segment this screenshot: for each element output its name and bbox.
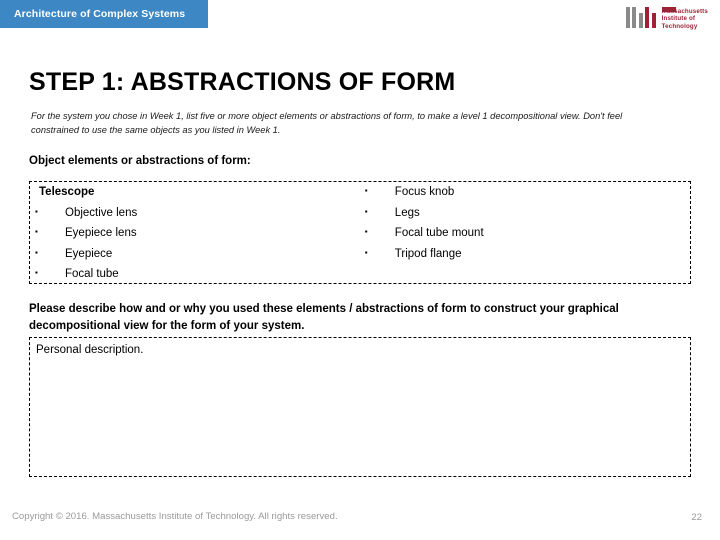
list-item: ▪ Focal tube mount bbox=[365, 227, 690, 248]
list-item: Telescope bbox=[35, 186, 347, 207]
list-item-label: Telescope bbox=[39, 186, 95, 198]
list-item-label: Tripod flange bbox=[394, 247, 462, 260]
mit-logo-bar-4 bbox=[645, 7, 650, 28]
describe-prompt-text: Please describe how and or why you used … bbox=[29, 303, 619, 332]
list-item-label: Eyepiece lens bbox=[65, 227, 137, 239]
mit-wordmark-line-3: Technology bbox=[661, 22, 698, 30]
mit-logo: Massachusetts Institute of Technology bbox=[625, 7, 708, 30]
bullet-icon: ▪ bbox=[364, 206, 368, 216]
page-number: 22 bbox=[691, 512, 702, 523]
instruction-text: For the system you chose in Week 1, list… bbox=[31, 111, 623, 135]
object-elements-left-column: Telescope ▪ Objective lens ▪ Eyepiece lens ▪ E… bbox=[30, 182, 347, 283]
bullet-icon: ▪ bbox=[35, 247, 38, 257]
page-title: STEP 1: ABSTRACTIONS OF FORM bbox=[29, 68, 456, 96]
list-item-label: Objective lens bbox=[65, 206, 138, 219]
mit-logo-bar-5 bbox=[651, 13, 656, 28]
list-item-label: Legs bbox=[394, 206, 420, 219]
mit-logo-t-crossbar bbox=[662, 7, 677, 12]
bullet-icon: ▪ bbox=[364, 247, 368, 257]
footer-copyright: Copyright © 2016. Massachusetts Institut… bbox=[12, 511, 338, 522]
list-item: ▪ Eyepiece bbox=[35, 248, 347, 269]
course-title-label: Architecture of Complex Systems bbox=[14, 8, 186, 20]
header-banner: Architecture of Complex Systems bbox=[0, 0, 208, 28]
personal-description-box[interactable] bbox=[29, 337, 691, 477]
list-item: ▪ Legs bbox=[365, 207, 690, 228]
list-item: ▪ Focus knob bbox=[365, 186, 690, 207]
bullet-icon: ▪ bbox=[364, 227, 368, 236]
bullet-icon: ▪ bbox=[35, 227, 38, 236]
object-elements-right-column: ▪ Focus knob ▪ Legs ▪ Focal tube mount ▪ Tripod… bbox=[347, 182, 690, 283]
list-item-label: Focal tube mount bbox=[394, 227, 484, 239]
mit-logo-bar-2 bbox=[632, 7, 637, 28]
list-item: ▪ Tripod flange bbox=[365, 248, 690, 269]
list-item: ▪ Objective lens bbox=[35, 207, 347, 228]
mit-logo-bar-1 bbox=[625, 7, 630, 28]
mit-logo-mark bbox=[625, 7, 677, 28]
object-elements-columns: Telescope ▪ Objective lens ▪ Eyepiece lens ▪ E… bbox=[30, 182, 690, 283]
bullet-icon: ▪ bbox=[35, 206, 38, 216]
object-elements-box[interactable]: Telescope ▪ Objective lens ▪ Eyepiece lens ▪ E… bbox=[29, 181, 691, 284]
list-item-label: Focal tube bbox=[65, 268, 119, 280]
bullet-icon: ▪ bbox=[364, 186, 368, 195]
list-item-label: Focus knob bbox=[394, 186, 455, 198]
mit-logo-bar-3 bbox=[638, 13, 643, 28]
section-heading-object-elements: Object elements or abstractions of form: bbox=[29, 155, 251, 167]
bullet-icon: ▪ bbox=[35, 268, 38, 277]
list-item: ▪ Eyepiece lens bbox=[35, 227, 347, 248]
list-item-label: Eyepiece bbox=[65, 247, 113, 260]
list-item: ▪ Focal tube bbox=[35, 268, 347, 289]
mit-wordmark-line-2: Institute of bbox=[661, 15, 696, 23]
personal-description-text: Personal description. bbox=[36, 344, 144, 356]
